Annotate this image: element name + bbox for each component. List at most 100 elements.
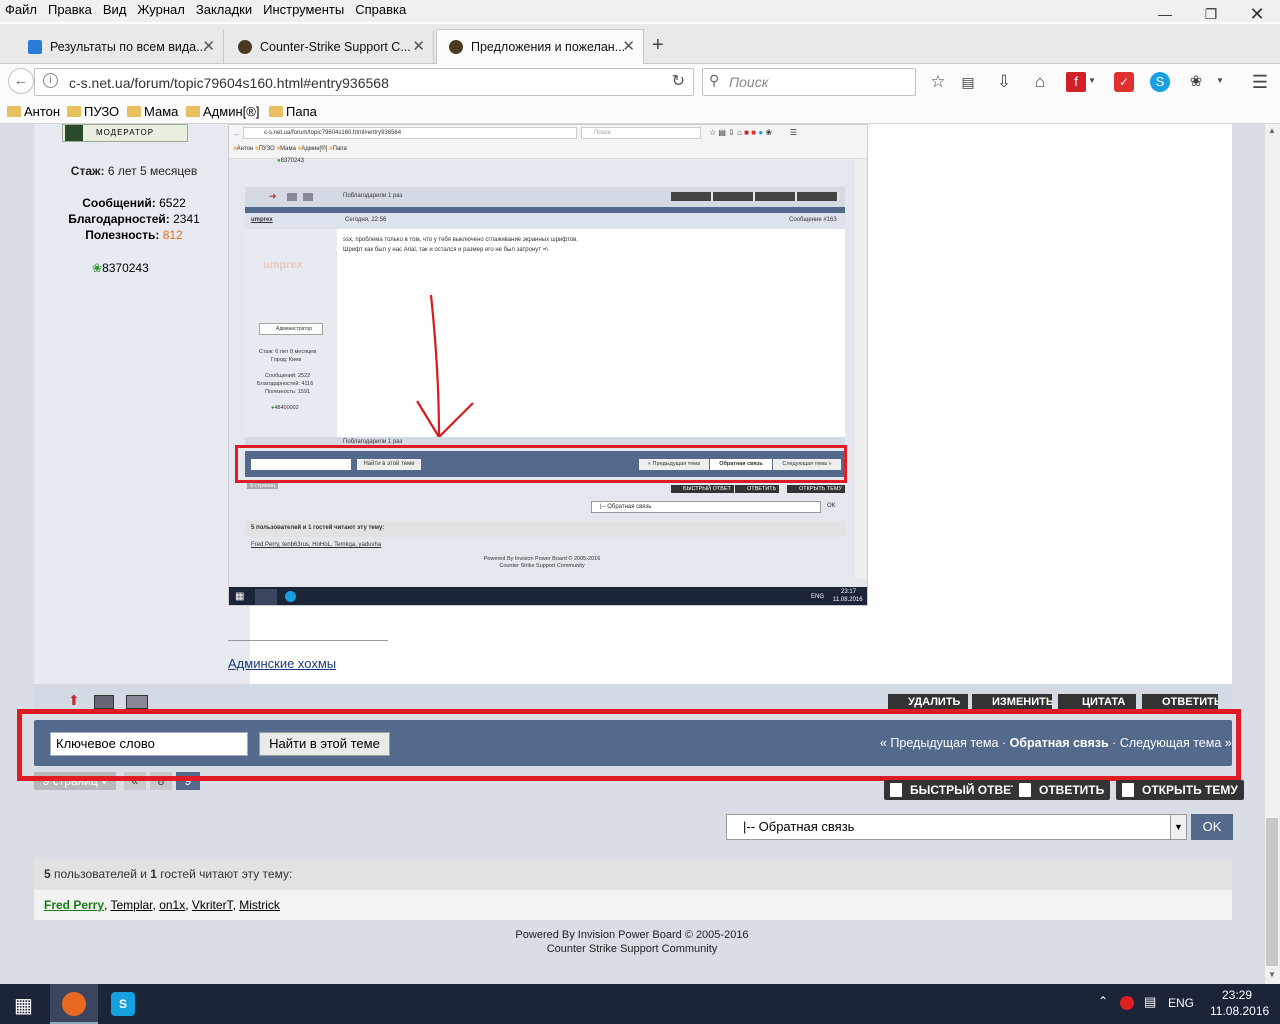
close-icon[interactable]: ✕ — [622, 30, 635, 64]
quote-button[interactable]: ЦИТАТА — [1058, 694, 1136, 710]
shot-btn-open: ОТКРЫТЬ ТЕМУ — [787, 485, 845, 493]
menu-file[interactable]: Файл — [0, 0, 43, 17]
tab-counter-strike[interactable]: Counter-Strike Support C... ✕ — [226, 30, 434, 64]
thanks-value: 2341 — [173, 212, 200, 226]
firefox-taskbar-icon[interactable] — [50, 984, 98, 1024]
red-arrow-annotation — [416, 294, 474, 439]
forum-jump-select[interactable]: |-- Обратная связь ▼ — [726, 814, 1187, 840]
shot-btn-fast: БЫСТРЫЙ ОТВЕТ — [671, 485, 734, 493]
shot-role-badge: Администратор — [259, 323, 323, 335]
reader-link[interactable]: VkriterT — [192, 898, 233, 912]
skype-taskbar-icon[interactable]: S — [100, 984, 146, 1024]
bookmark-mama[interactable]: Мама — [124, 104, 178, 120]
hamburger-menu-icon[interactable]: ☰ — [1248, 70, 1272, 94]
shot-thanked: Поблагодарили 1 раз — [343, 193, 403, 199]
clock-time[interactable]: 23:29 — [1222, 988, 1252, 1002]
menu-help[interactable]: Справка — [350, 0, 412, 17]
chevron-down-icon[interactable]: ▼ — [1088, 76, 1096, 85]
menu-bookmarks[interactable]: Закладки — [191, 0, 258, 17]
shot-post-buttons — [671, 192, 839, 201]
shot-search: Поиск — [581, 127, 701, 139]
star-icon[interactable]: ☆ — [926, 70, 950, 94]
extension-icon[interactable]: ❀ — [1184, 70, 1208, 94]
shot-msgno: Сообщение #163 — [789, 217, 837, 223]
stazh-value: 6 лет 5 месяцев — [107, 164, 198, 178]
download-icon[interactable]: ⇩ — [992, 70, 1016, 94]
shot-time: 23:17 — [841, 589, 857, 595]
reader-link[interactable]: Fred Perry — [44, 898, 104, 912]
menu-bar: Файл Правка Вид Журнал Закладки Инструменты Сп… — [0, 0, 1280, 22]
shot-bookmark-2: Мама — [280, 146, 296, 152]
quick-reply-button[interactable]: БЫСТРЫЙ ОТВЕТ — [884, 780, 1025, 800]
tray-chevron-up-icon[interactable]: ⌃ — [1098, 994, 1108, 1008]
shot-arrow-icon: ➜ — [269, 191, 277, 201]
chevron-down-icon[interactable]: ▼ — [1216, 76, 1224, 85]
shot-readers-list: Fred Perry, tenb63rus, HoHoL, Temkga, ya… — [251, 542, 382, 548]
signature-link[interactable]: Админские хохмы — [228, 656, 336, 671]
close-icon[interactable]: ✕ — [412, 30, 425, 64]
close-icon[interactable]: ✕ — [202, 30, 215, 64]
tab-suggestions[interactable]: Предложения и пожелан... ✕ — [436, 29, 644, 65]
home-icon[interactable]: ⌂ — [1028, 70, 1052, 94]
shot-community: Counter Strike Support Community — [499, 563, 585, 569]
readers-heading: 5 пользователей и 1 гостей читают эту те… — [34, 858, 1232, 890]
skype-icon[interactable]: S — [1150, 72, 1170, 92]
reading-list-icon[interactable]: ▤ — [956, 70, 980, 94]
reply-post-button[interactable]: ОТВЕТИТЬ — [1142, 694, 1218, 710]
keyboard-language[interactable]: ENG — [1168, 996, 1194, 1010]
tab-results[interactable]: Результаты по всем вида... ✕ — [16, 30, 224, 64]
bookmark-anton[interactable]: Антон — [4, 104, 60, 120]
tab-label: Результаты по всем вида... — [50, 40, 207, 54]
scroll-up-icon[interactable]: ▲ — [1268, 126, 1276, 135]
search-input[interactable]: ⚲ Поиск — [702, 68, 916, 96]
back-button[interactable]: ← — [8, 68, 34, 94]
user-icq[interactable]: ❀8370243 — [92, 261, 149, 275]
reader-link[interactable]: Mistrick — [239, 898, 280, 912]
bookmark-papa[interactable]: Папа — [266, 104, 317, 120]
up-arrow-icon[interactable]: ⬆ — [68, 692, 80, 709]
reload-icon[interactable]: ↻ — [672, 71, 685, 91]
menu-edit[interactable]: Правка — [43, 0, 98, 17]
network-icon[interactable]: ▤ — [1144, 994, 1156, 1010]
shot-readers: 5 пользователей и 1 гостей читают эту те… — [251, 525, 385, 531]
highlight-box — [17, 709, 1241, 781]
search-placeholder: Поиск — [729, 74, 769, 90]
shot-icon — [303, 193, 313, 201]
report-icon[interactable] — [94, 695, 114, 709]
menu-history[interactable]: Журнал — [132, 0, 190, 17]
taskbar: ▦ S ⌃ ▤ ENG 23:29 11.08.2016 — [0, 984, 1280, 1024]
ok-button[interactable]: OK — [1191, 814, 1233, 840]
flash-icon[interactable]: f — [1066, 72, 1086, 92]
clock-date[interactable]: 11.08.2016 — [1210, 1004, 1269, 1018]
shot-pages: 9 страниц — [247, 483, 279, 489]
info-icon[interactable]: i — [43, 73, 58, 88]
shot-prev-id: ●8370243 — [277, 158, 304, 164]
scroll-down-icon[interactable]: ▼ — [1268, 970, 1276, 979]
reader-link[interactable]: on1x — [159, 898, 185, 912]
delete-button[interactable]: УДАЛИТЬ — [888, 694, 968, 710]
windows-start-icon[interactable]: ▦ — [14, 993, 33, 1018]
adblock-icon[interactable]: ✓ — [1114, 72, 1134, 92]
bookmark-puzo[interactable]: ПУЗО — [64, 104, 119, 120]
reader-link[interactable]: Templar — [110, 898, 152, 912]
bookmark-admin[interactable]: Админ[®] — [183, 104, 259, 120]
shot-id: ●48400002 — [271, 405, 299, 411]
shot-powered: Powered By Invision Power Board © 2005-2… — [483, 556, 601, 562]
powered-by: Powered By Invision Power Board © 2005-2… — [515, 929, 749, 941]
cs-icon — [449, 40, 463, 54]
scrollbar-thumb[interactable] — [1266, 818, 1278, 966]
pm-icon[interactable] — [126, 695, 148, 709]
tray-app-icon[interactable] — [1120, 996, 1134, 1010]
reply-button[interactable]: ОТВЕТИТЬ — [1013, 780, 1111, 800]
edit-button[interactable]: ИЗМЕНИТЬ — [972, 694, 1052, 710]
menu-view[interactable]: Вид — [98, 0, 133, 17]
new-topic-button[interactable]: ОТКРЫТЬ ТЕМУ — [1116, 780, 1244, 800]
role-badge-label: МОДЕРАТОР — [95, 128, 155, 137]
shot-bookmarks: ■Антон ■ПУЗО ■Мама ■Админ[®] ■Папа — [233, 146, 347, 152]
menu-tools[interactable]: Инструменты — [258, 0, 350, 17]
shot-prev-id-text: 8370243 — [280, 158, 304, 164]
url-bar[interactable]: i c-s.net.ua/forum/topic79604s160.html#e… — [34, 68, 694, 96]
new-tab-button[interactable]: + — [652, 34, 664, 57]
shot-scrollbar — [855, 159, 867, 579]
chevron-down-icon[interactable]: ▼ — [1170, 815, 1186, 839]
